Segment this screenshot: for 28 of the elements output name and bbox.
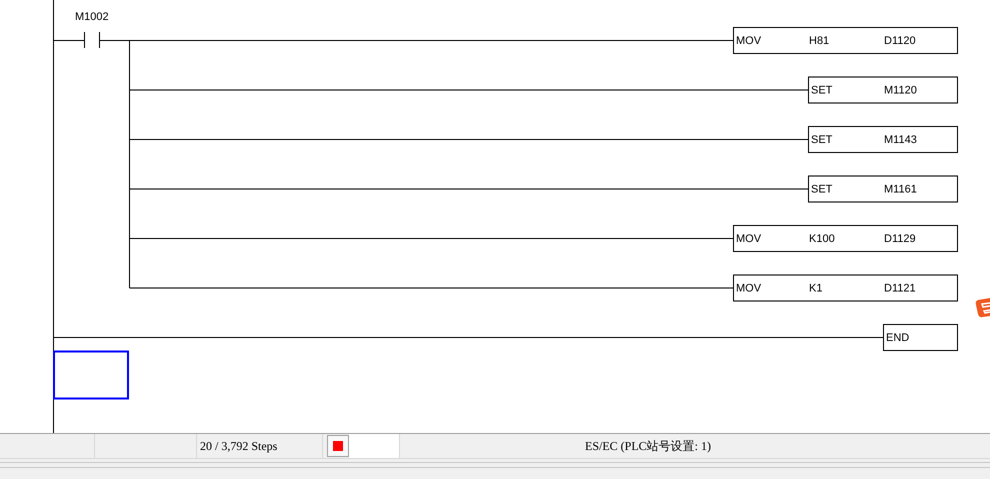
ime-icon[interactable] — [976, 298, 990, 318]
instruction-operand: D1121 — [884, 282, 916, 294]
cursor-box[interactable] — [53, 350, 129, 400]
instruction-mnemonic: SET — [811, 84, 832, 96]
instruction-box[interactable] — [808, 126, 958, 153]
steps-count: 20 / 3,792 Steps — [200, 438, 278, 454]
contact-label: M1002 — [75, 11, 109, 23]
instruction-operand: H81 — [809, 35, 830, 47]
instruction-mnemonic: MOV — [736, 282, 762, 294]
instruction-operand: D1129 — [884, 233, 916, 245]
instruction-mnemonic: SET — [811, 184, 832, 196]
instruction-mnemonic: MOV — [736, 233, 762, 245]
instruction-operand: M1161 — [884, 184, 917, 196]
instruction-box[interactable] — [733, 274, 958, 302]
instruction-box[interactable] — [733, 27, 958, 54]
station-setting: ES/EC (PLC站号设置: 1) — [585, 438, 712, 454]
instruction-operand: D1120 — [884, 35, 916, 47]
instruction-box[interactable] — [733, 225, 958, 252]
instruction-operand: K100 — [809, 233, 835, 245]
end-instruction: END — [886, 332, 910, 344]
instruction-operand: M1143 — [884, 134, 917, 146]
instruction-mnemonic: SET — [811, 134, 832, 146]
instruction-box[interactable] — [883, 324, 958, 351]
instruction-mnemonic: MOV — [736, 35, 762, 47]
instruction-box[interactable] — [808, 76, 958, 104]
instruction-box[interactable] — [808, 176, 958, 202]
instruction-operand: M1120 — [884, 84, 917, 96]
instruction-operand: K1 — [809, 282, 822, 294]
